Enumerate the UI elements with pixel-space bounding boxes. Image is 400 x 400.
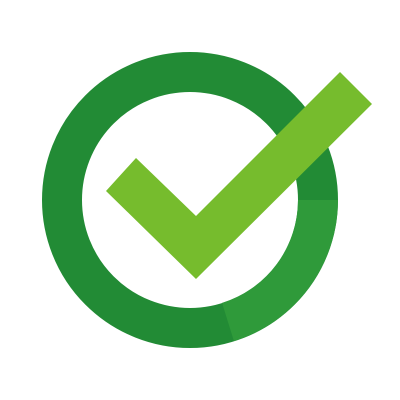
check-circle-icon — [42, 52, 372, 348]
icon-canvas — [0, 0, 400, 400]
